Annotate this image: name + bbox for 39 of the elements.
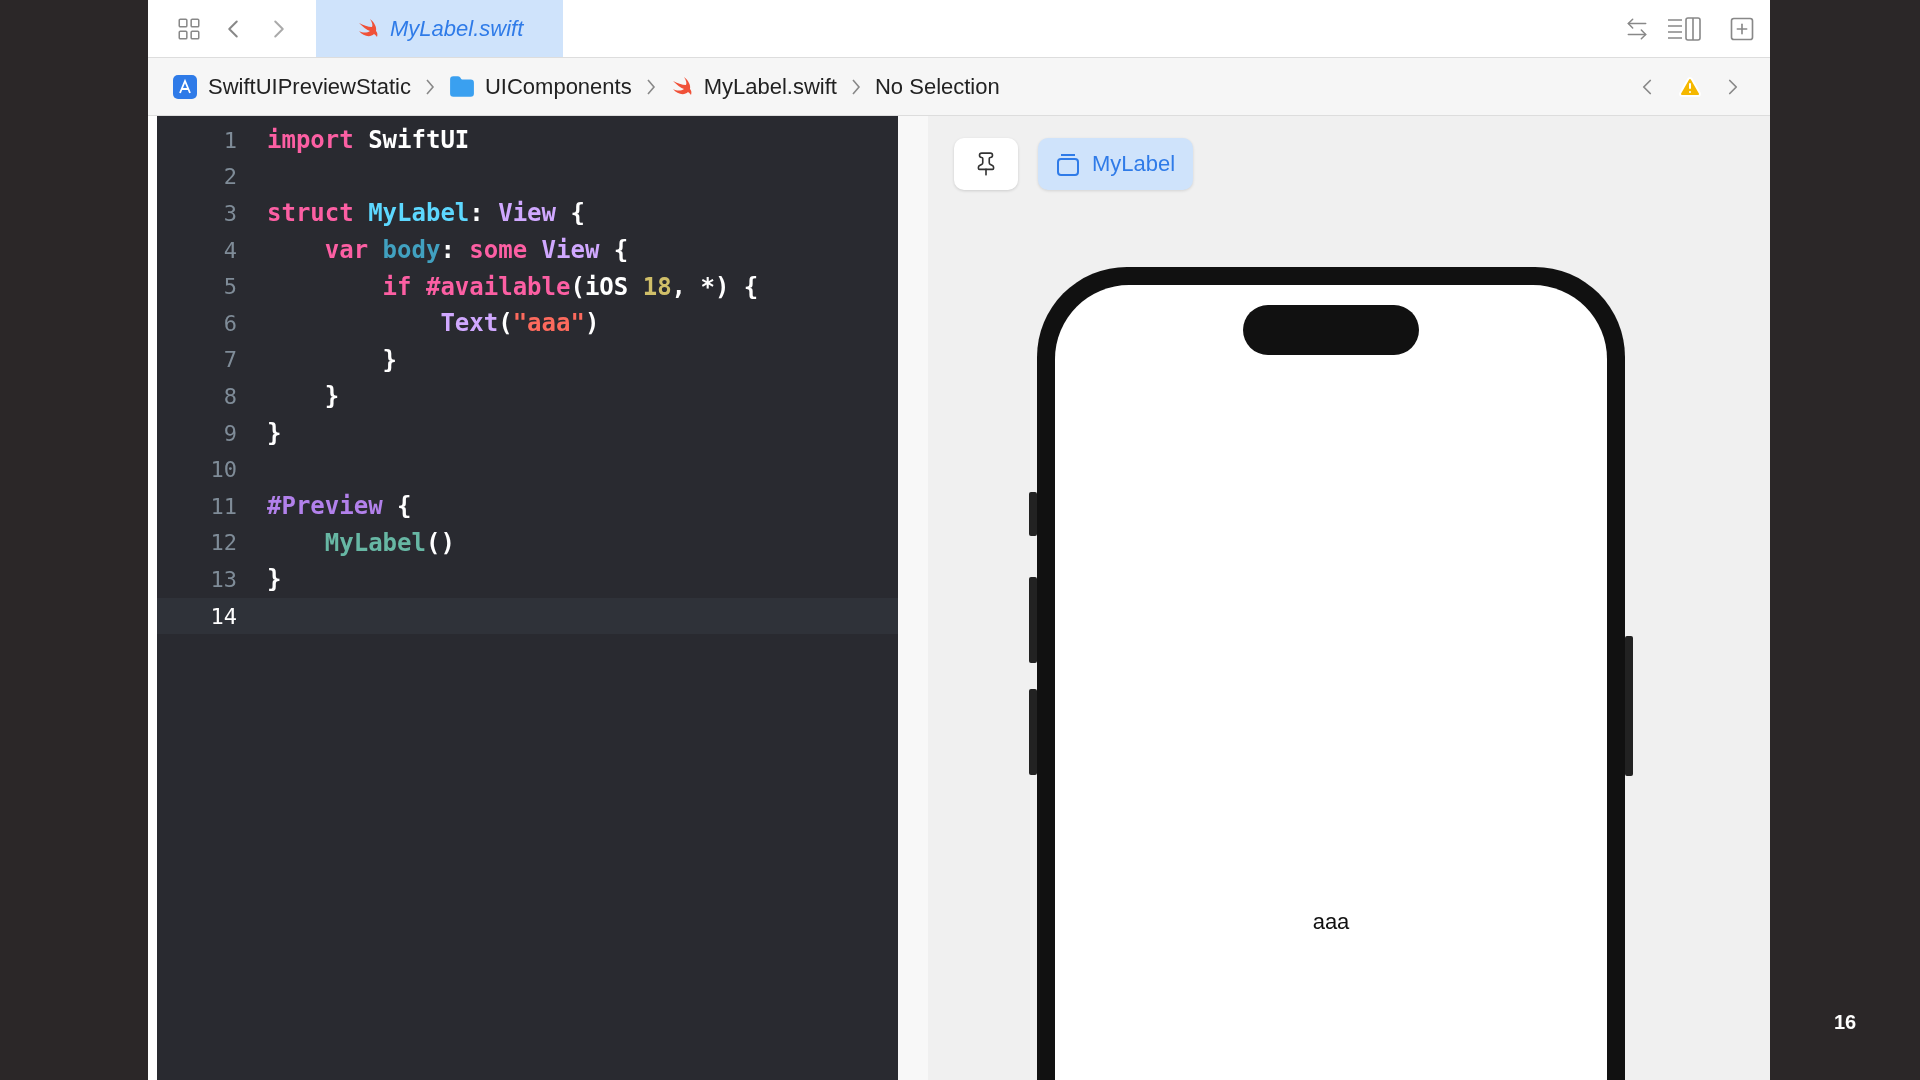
line-number: 9 [222,420,237,446]
code-text: var body: some View { [323,236,629,265]
code-text: #Preview { [267,492,412,521]
breadcrumb-item[interactable]: No Selection [875,73,1000,100]
line-number: 10 [209,457,237,483]
code-text: MyLabel() [323,528,455,557]
line-number: 5 [222,274,237,300]
line-number: 1 [222,127,237,153]
breadcrumb-item[interactable]: MyLabel.swift [703,73,837,100]
line-number: 2 [222,164,237,190]
preview-icon [1056,151,1080,177]
chevron-icon [851,77,861,96]
chevron-icon [645,77,656,96]
line-number: 12 [209,530,237,556]
line-number: 14 [209,603,237,629]
line-number: 6 [222,310,237,336]
line-number: 7 [222,347,237,373]
line-number: 3 [222,201,237,226]
preview-text: aaa [1312,909,1350,935]
folder-icon [448,73,475,100]
pin-button[interactable] [954,138,1018,190]
code-text: } [323,382,340,411]
line-number: 8 [222,383,237,409]
breadcrumb-item[interactable]: SwiftUIPreviewStatic [208,73,411,100]
app-icon [172,73,198,100]
line-number: 11 [209,493,237,519]
code-text: if #available(iOS 18, *) { [381,272,759,301]
warning-icon[interactable] [1678,74,1702,99]
code-text: } [267,419,282,448]
code-text: } [267,565,282,594]
breadcrumb-item[interactable]: UIComponents [484,73,632,100]
code-text: struct MyLabel: View { [267,199,585,228]
chevron-icon [424,77,435,96]
line-number: 4 [222,237,237,263]
slide-number: 16 [1833,1011,1857,1034]
code-text: } [381,345,398,374]
code-text: Text("aaa") [439,309,600,338]
line-number: 13 [209,566,237,592]
code-text: import SwiftUI [267,126,470,155]
